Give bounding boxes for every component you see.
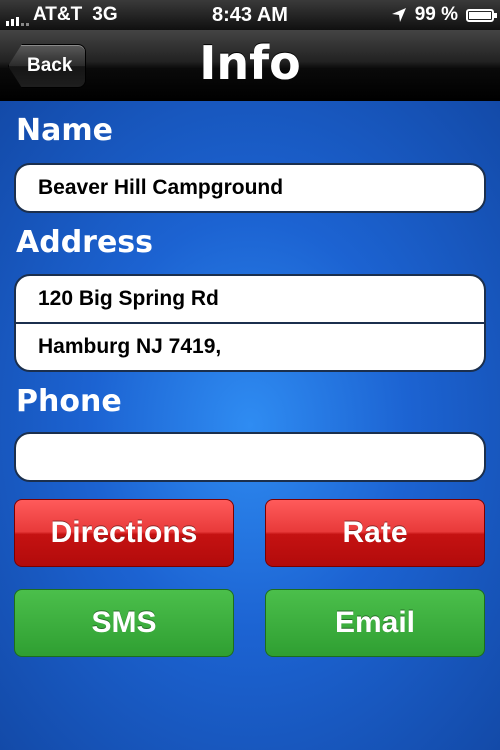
status-bar: AT&T 3G 8:43 AM 99 % [0,0,500,30]
page-title: Info [199,36,301,90]
address-label: Address [16,225,154,260]
name-label: Name [16,113,113,148]
address-line-2[interactable]: Hamburg NJ 7419, [16,322,484,370]
battery-fill [469,11,491,19]
sms-button[interactable]: SMS [14,589,234,657]
name-field[interactable]: Beaver Hill Campground [14,163,486,213]
email-button[interactable]: Email [265,589,485,657]
phone-field[interactable] [14,432,486,482]
battery-percent: 99 % [414,4,458,25]
rate-button[interactable]: Rate [265,499,485,567]
name-value[interactable]: Beaver Hill Campground [16,165,484,211]
phone-label: Phone [16,384,122,419]
battery-icon [466,8,497,22]
phone-value[interactable] [16,434,484,480]
navigation-bar: Back Info [0,30,500,101]
address-field[interactable]: 120 Big Spring Rd Hamburg NJ 7419, [14,274,486,372]
status-right: 99 % [391,4,497,26]
address-line-1[interactable]: 120 Big Spring Rd [16,276,484,322]
location-arrow-icon [391,8,406,22]
main-content: Name Beaver Hill Campground Address 120 … [0,101,500,750]
directions-button[interactable]: Directions [14,499,234,567]
